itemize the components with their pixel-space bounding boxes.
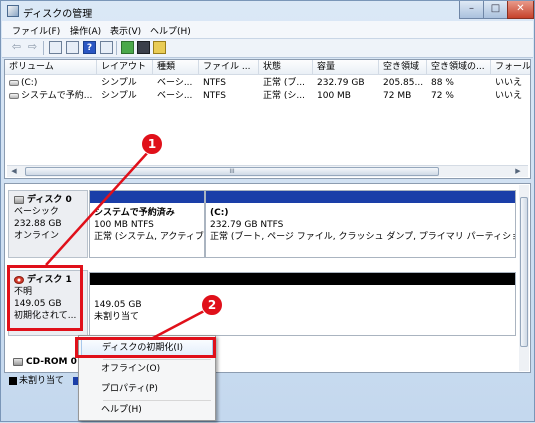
unallocated-bar [90, 273, 515, 285]
cell-layout: シンプル [101, 91, 137, 101]
scroll-thumb[interactable]: III [25, 167, 439, 176]
disk0-size: 232.88 GB [14, 219, 62, 229]
cdrom-label[interactable]: CD-ROM 0 [13, 357, 77, 367]
cell-layout: シンプル [101, 78, 137, 88]
cell-filesystem: NTFS [203, 91, 226, 101]
menu-view[interactable]: 表示(V) [110, 24, 141, 37]
volume-table: ボリューム レイアウト 種類 ファイル ... 状態 容量 空き領域 空き領域の… [4, 59, 531, 179]
partition-system-reserved[interactable]: システムで予約済み 100 MB NTFS 正常 (システム, アクティブ [89, 190, 205, 258]
cell-type: ベーシ... [157, 78, 193, 88]
cell-fault-tolerance: いいえ [495, 78, 523, 88]
cell-free-space: 205.85... [383, 78, 424, 88]
cell-volume-text: システムで予約... [21, 91, 93, 101]
cdrom-name: CD-ROM 0 [26, 357, 77, 367]
view-icon[interactable] [100, 41, 113, 54]
menu-offline[interactable]: オフライン(O) [81, 360, 213, 379]
partition-status: 未割り当て [94, 312, 140, 322]
annotation-box-disk1 [7, 265, 83, 331]
check-icon[interactable] [137, 41, 150, 54]
col-layout[interactable]: レイアウト [97, 60, 153, 75]
cell-volume: (C:) [5, 77, 97, 89]
partition-c-info: (C:) 232.79 GB NTFS 正常 (ブート, ページ ファイル, ク… [210, 207, 516, 243]
properties-icon[interactable] [66, 41, 79, 54]
annotation-marker-1: 1 [141, 133, 163, 155]
vertical-scrollbar[interactable] [519, 185, 529, 371]
disk0-label[interactable]: ディスク 0 ベーシック 232.88 GB オンライン [8, 190, 88, 258]
partition-detail: 100 MB NTFS [94, 220, 154, 230]
partition-unallocated-info: 149.05 GB 未割り当て [94, 299, 513, 323]
legend: 未割り当て [9, 375, 83, 388]
col-fault-tolerance[interactable]: フォール [491, 60, 530, 75]
drive-icon [9, 79, 19, 86]
cell-type: ベーシ... [157, 91, 193, 101]
col-free-percent[interactable]: 空き領域の... [427, 60, 491, 75]
menu-file[interactable]: ファイル(F) [12, 24, 60, 37]
minimize-button[interactable]: – [459, 1, 484, 19]
partition-unallocated[interactable]: 149.05 GB 未割り当て [89, 272, 516, 336]
col-type[interactable]: 種類 [153, 60, 199, 75]
primary-partition-bar [90, 191, 204, 203]
refresh-icon[interactable] [121, 41, 134, 54]
app-icon [7, 5, 19, 17]
back-icon[interactable]: ⇦ [10, 41, 23, 54]
cell-capacity: 232.79 GB [317, 78, 365, 88]
console-tree-icon[interactable] [49, 41, 62, 54]
disk0-type: ベーシック [14, 207, 59, 217]
menu-help-item[interactable]: ヘルプ(H) [81, 401, 213, 420]
toolbar-separator [43, 41, 44, 55]
legend-unallocated: 未割り当て [19, 376, 65, 386]
disk-management-window: ディスクの管理 – □ ✕ ファイル(F) 操作(A) 表示(V) ヘルプ(H)… [0, 0, 535, 422]
scroll-left-icon[interactable]: ◀ [9, 167, 19, 176]
disk0-name: ディスク 0 [27, 195, 72, 205]
annotation-box-initialize [75, 337, 216, 358]
col-free-space[interactable]: 空き領域 [379, 60, 427, 75]
title-bar[interactable]: ディスクの管理 – □ ✕ [1, 1, 534, 21]
cell-volume: システムで予約... [5, 90, 97, 102]
horizontal-scrollbar[interactable]: ◀ III ▶ [7, 165, 528, 177]
col-capacity[interactable]: 容量 [313, 60, 379, 75]
col-status[interactable]: 状態 [259, 60, 313, 75]
menu-bar: ファイル(F) 操作(A) 表示(V) ヘルプ(H) [2, 21, 533, 39]
cdrom-icon [13, 357, 23, 366]
scroll-thumb[interactable] [520, 197, 528, 347]
cell-fault-tolerance: いいえ [495, 91, 523, 101]
cell-volume-text: (C:) [21, 78, 38, 88]
cell-status: 正常 (ブ... [263, 78, 305, 88]
menu-properties[interactable]: プロパティ(P) [81, 380, 213, 399]
scroll-right-icon[interactable]: ▶ [513, 167, 523, 176]
partition-size: 149.05 GB [94, 300, 142, 310]
partition-c[interactable]: (C:) 232.79 GB NTFS 正常 (ブート, ページ ファイル, ク… [205, 190, 516, 258]
menu-action[interactable]: 操作(A) [70, 24, 101, 37]
toolbar: ⇦ ⇨ ? [2, 39, 533, 58]
options-icon[interactable] [153, 41, 166, 54]
annotation-marker-2: 2 [201, 294, 223, 316]
window-title: ディスクの管理 [23, 9, 93, 20]
unallocated-swatch [9, 376, 17, 385]
col-filesystem[interactable]: ファイル ... [199, 60, 259, 75]
cell-filesystem: NTFS [203, 78, 226, 88]
col-volume[interactable]: ボリューム [5, 60, 97, 75]
partition-system-reserved-info: システムで予約済み 100 MB NTFS 正常 (システム, アクティブ [94, 207, 204, 243]
cell-free-space: 72 MB [383, 91, 412, 101]
partition-status: 正常 (ブート, ページ ファイル, クラッシュ ダンプ, プライマリ パーティ… [210, 232, 516, 242]
close-button[interactable]: ✕ [507, 1, 534, 19]
cell-capacity: 100 MB [317, 91, 351, 101]
menu-help[interactable]: ヘルプ(H) [150, 24, 191, 37]
disk-icon [14, 195, 24, 204]
disk0-status: オンライン [14, 231, 60, 241]
disk0-title: ディスク 0 [14, 194, 82, 206]
partition-status: 正常 (システム, アクティブ [94, 232, 204, 242]
cell-free-percent: 88 % [431, 78, 454, 88]
primary-partition-bar [206, 191, 515, 203]
partition-name: (C:) [210, 208, 229, 218]
toolbar-separator [116, 41, 117, 55]
forward-icon[interactable]: ⇨ [26, 41, 39, 54]
cell-free-percent: 72 % [431, 91, 454, 101]
drive-icon [9, 92, 19, 99]
partition-name: システムで予約済み [94, 208, 175, 218]
maximize-button[interactable]: □ [483, 1, 508, 19]
cell-status: 正常 (シ... [263, 91, 305, 101]
partition-detail: 232.79 GB NTFS [210, 220, 284, 230]
help-icon[interactable]: ? [83, 41, 96, 54]
